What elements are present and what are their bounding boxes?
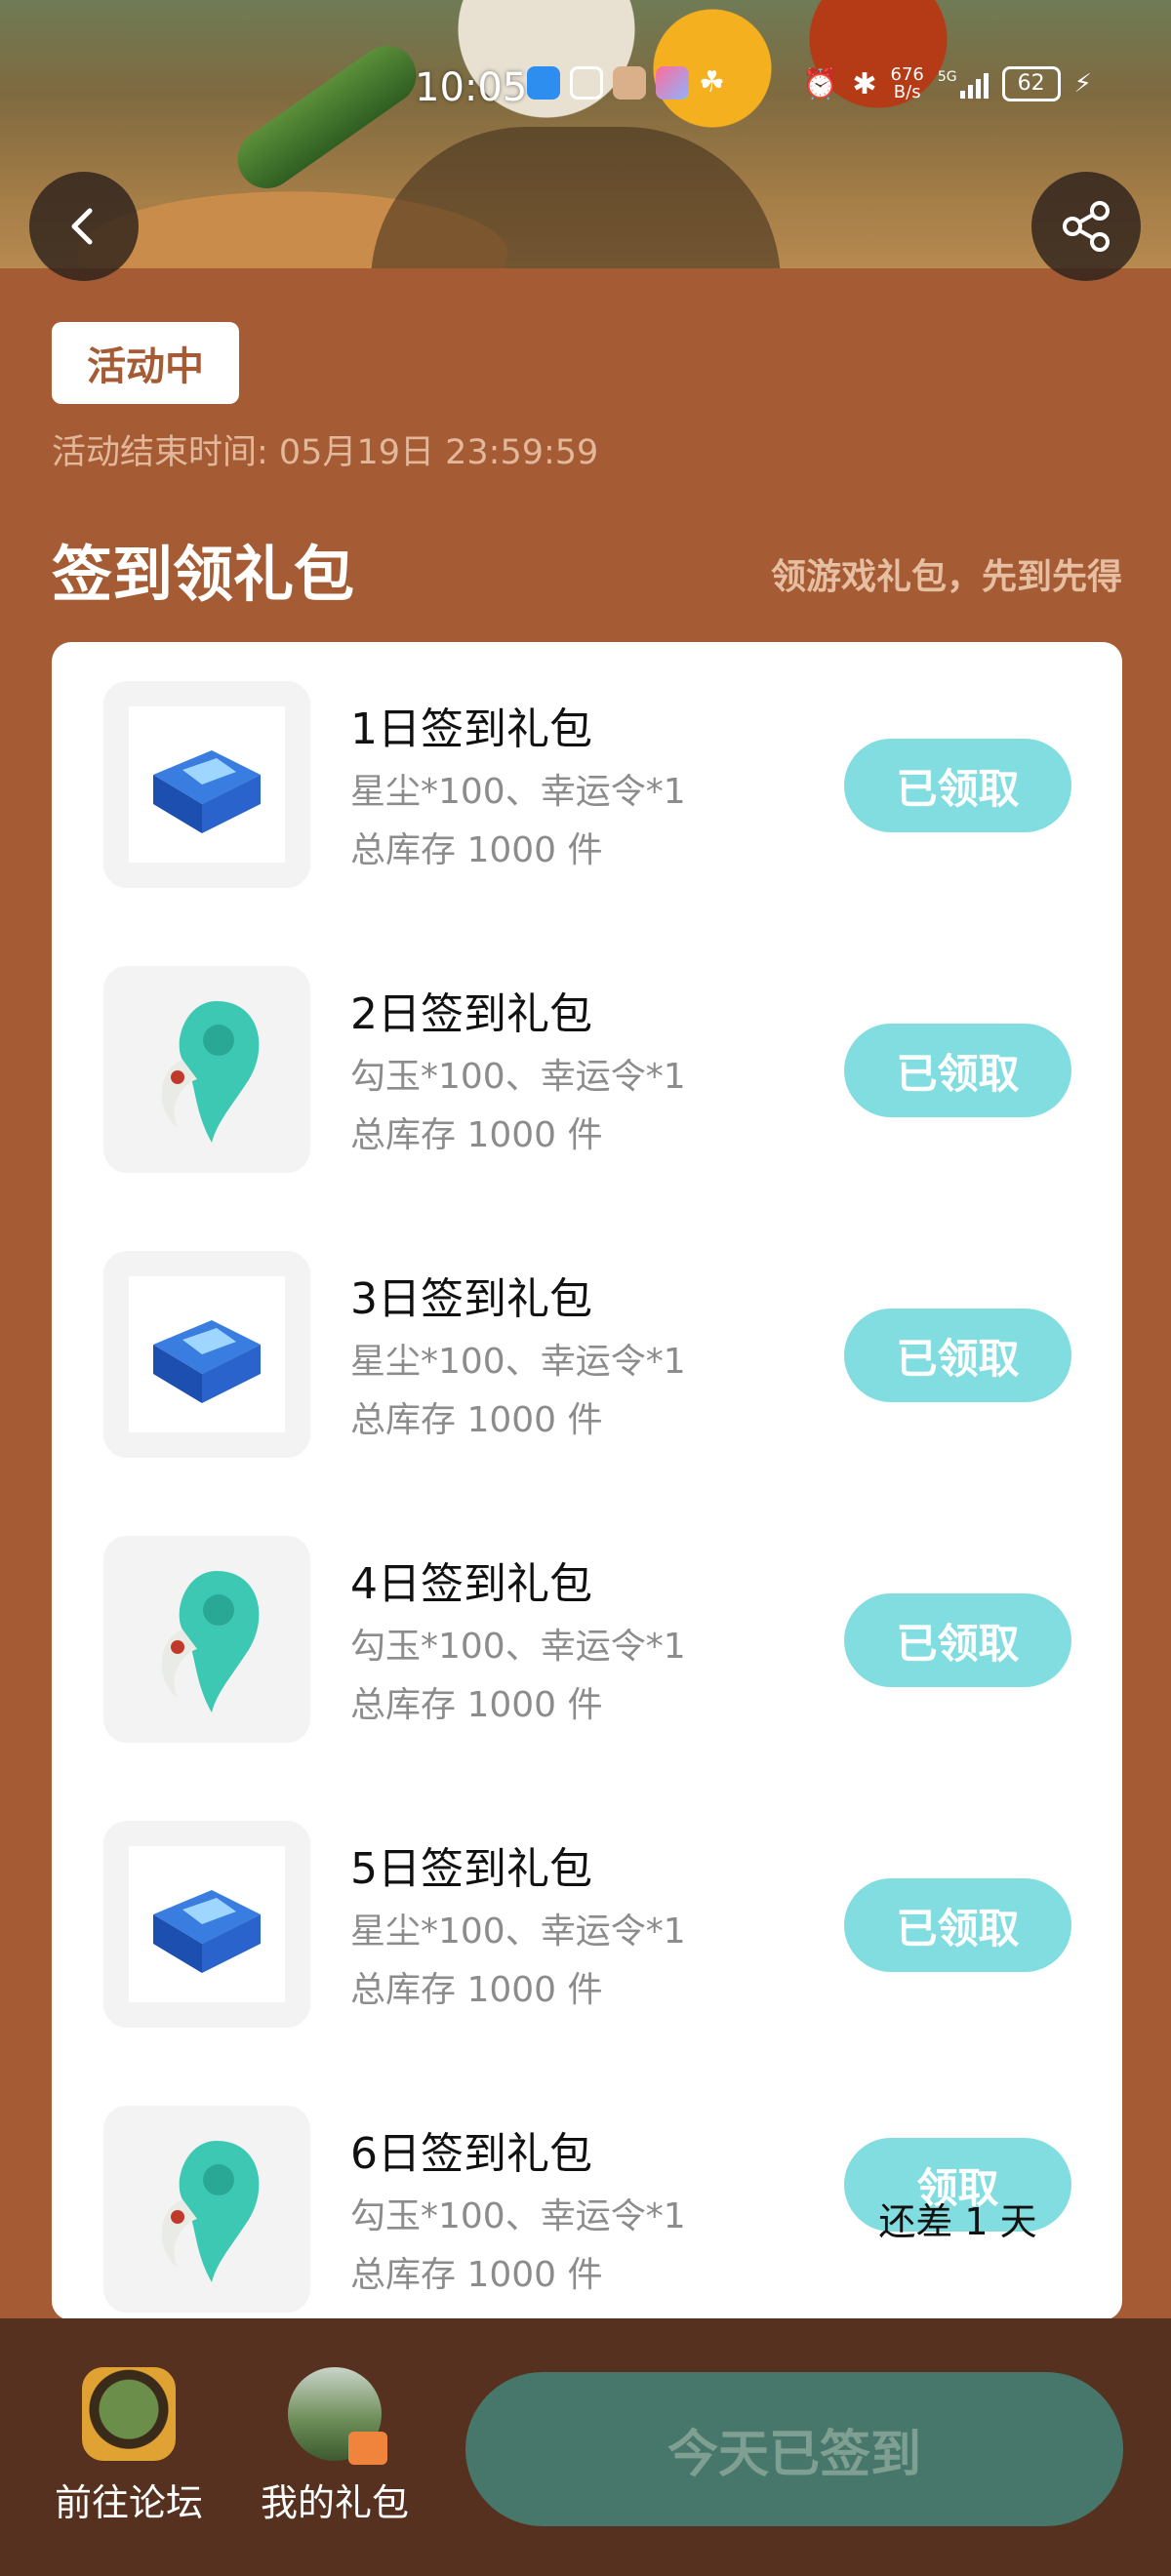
system-indicators: ⏰ ✱ 676 B/s 5G 62 ⚡ — [802, 66, 1092, 101]
signal-icon: 5G — [938, 69, 989, 99]
battery-level: 62 — [1017, 71, 1045, 96]
gift-thumbnail — [103, 2106, 310, 2313]
gift-contents: 星尘*100、幸运令*1 — [350, 1912, 686, 1952]
forum-label: 前往论坛 — [54, 2481, 203, 2524]
gift-box-icon — [288, 2367, 387, 2465]
gift-contents: 勾玉*100、幸运令*1 — [350, 1057, 686, 1097]
gift-row: 5日签到礼包 星尘*100、幸运令*1 总库存 1000 件 已领取 — [52, 1782, 1122, 2028]
gift-stock: 总库存 1000 件 — [350, 1400, 603, 1440]
app-icon — [613, 66, 646, 100]
jade-magatama-icon — [161, 1001, 260, 1143]
gift-stock: 总库存 1000 件 — [350, 830, 603, 870]
photos-icon — [656, 66, 689, 100]
blue-chest-icon — [153, 1890, 261, 1973]
network-speed: 676 B/s — [891, 66, 924, 101]
gift-list-card: 1日签到礼包 星尘*100、幸运令*1 总库存 1000 件 已领取 2日签到礼… — [52, 642, 1122, 2320]
status-bar: 10:05 ☘ ⏰ ✱ 676 B/s 5G 62 ⚡ — [0, 54, 1171, 112]
gift-thumbnail — [103, 1251, 310, 1458]
gift-stock: 总库存 1000 件 — [350, 1970, 603, 2010]
blue-chest-icon — [153, 1320, 261, 1403]
gift-stock: 总库存 1000 件 — [350, 2255, 603, 2295]
back-button[interactable] — [29, 172, 139, 281]
chevron-left-icon — [71, 208, 93, 245]
gift-row: 1日签到礼包 星尘*100、幸运令*1 总库存 1000 件 已领取 — [52, 642, 1122, 888]
my-gifts-label: 我的礼包 — [260, 2481, 409, 2524]
battery-icon: 62 — [1001, 66, 1061, 101]
claimed-button[interactable]: 已领取 — [844, 1593, 1071, 1687]
gift-name: 3日签到礼包 — [350, 1274, 592, 1324]
gift-thumbnail — [103, 681, 310, 888]
alarm-icon: ⏰ — [802, 66, 839, 101]
section-subtitle: 领游戏礼包，先到先得 — [770, 557, 1122, 597]
gift-thumbnail — [103, 966, 310, 1173]
gift-stock: 总库存 1000 件 — [350, 1685, 603, 1725]
activity-status-badge: 活动中 — [52, 322, 239, 404]
clover-icon: ☘ — [699, 65, 725, 100]
activity-end-time: 活动结束时间: 05月19日 23:59:59 — [52, 433, 599, 472]
charging-icon: ⚡ — [1073, 69, 1092, 99]
gift-name: 2日签到礼包 — [350, 989, 592, 1039]
net-speed-unit: B/s — [893, 82, 921, 102]
status-time: 10:05 — [415, 65, 528, 110]
gift-name: 4日签到礼包 — [350, 1559, 592, 1609]
jade-magatama-icon — [161, 1571, 260, 1712]
gift-thumbnail — [103, 1536, 310, 1743]
share-icon — [1063, 201, 1110, 252]
forum-link[interactable]: 前往论坛 — [31, 2367, 226, 2526]
notification-icons: ☘ — [527, 66, 732, 100]
claimed-button[interactable]: 已领取 — [844, 1878, 1071, 1972]
banner-artwork — [371, 127, 781, 268]
hand-icon — [570, 66, 603, 100]
gift-contents: 星尘*100、幸运令*1 — [350, 772, 686, 812]
gift-stock: 总库存 1000 件 — [350, 1115, 603, 1155]
weather-icon — [527, 66, 560, 100]
signed-in-today-button[interactable]: 今天已签到 — [465, 2372, 1123, 2526]
share-button[interactable] — [1031, 172, 1141, 281]
gift-row: 4日签到礼包 勾玉*100、幸运令*1 总库存 1000 件 已领取 — [52, 1497, 1122, 1743]
claimed-button[interactable]: 已领取 — [844, 1308, 1071, 1402]
gift-name: 1日签到礼包 — [350, 704, 592, 754]
hero-banner: 10:05 ☘ ⏰ ✱ 676 B/s 5G 62 ⚡ — [0, 0, 1171, 268]
gift-row: 3日签到礼包 星尘*100、幸运令*1 总库存 1000 件 已领取 — [52, 1212, 1122, 1458]
network-type: 5G — [937, 69, 957, 85]
claimed-button[interactable]: 已领取 — [844, 1024, 1071, 1117]
claimed-button[interactable]: 已领取 — [844, 739, 1071, 832]
gift-name: 5日签到礼包 — [350, 1844, 592, 1894]
bottom-bar: 前往论坛 我的礼包 今天已签到 — [0, 2318, 1171, 2576]
jade-magatama-icon — [161, 2141, 260, 2282]
gift-name: 6日签到礼包 — [350, 2129, 592, 2179]
days-remaining-note: 还差 1 天 — [878, 2200, 1037, 2243]
blue-chest-icon — [153, 750, 261, 833]
bluetooth-icon: ✱ — [852, 66, 877, 101]
gift-contents: 星尘*100、幸运令*1 — [350, 1342, 686, 1382]
gift-contents: 勾玉*100、幸运令*1 — [350, 2196, 686, 2236]
gift-thumbnail — [103, 1821, 310, 2028]
section-title: 签到领礼包 — [52, 539, 355, 610]
gift-contents: 勾玉*100、幸运令*1 — [350, 1627, 686, 1667]
game-avatar-icon — [82, 2367, 176, 2461]
gift-row: 2日签到礼包 勾玉*100、幸运令*1 总库存 1000 件 已领取 — [52, 927, 1122, 1173]
my-gifts-link[interactable]: 我的礼包 — [237, 2367, 432, 2526]
